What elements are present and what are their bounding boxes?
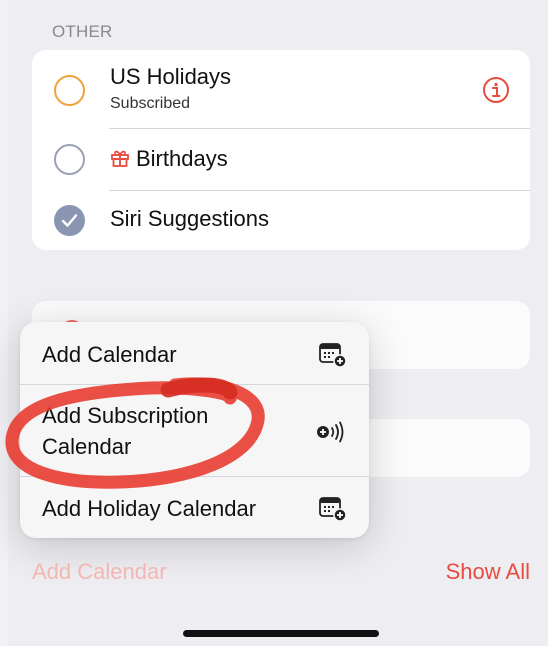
add-calendar-link[interactable]: Add Calendar (32, 559, 167, 585)
menu-item-label: Add Calendar (42, 342, 177, 367)
section-header-other: OTHER (52, 22, 113, 41)
subscription-broadcast-icon (317, 421, 344, 443)
menu-item-label: Add Holiday Calendar (42, 496, 257, 521)
calendar-subtitle: Subscribed (110, 95, 191, 112)
menu-item-add-subscription-calendar[interactable]: Add Subscription Calendar (20, 385, 369, 476)
menu-item-label-line1: Add Subscription (42, 403, 209, 428)
calendar-title: US Holidays (110, 64, 232, 89)
calendar-title: Birthdays (136, 146, 228, 171)
calendar-title: Siri Suggestions (110, 206, 269, 231)
menu-item-add-calendar[interactable]: Add Calendar (20, 322, 369, 384)
gift-icon (111, 150, 129, 167)
calendar-title-wrap: Birthdays (110, 146, 228, 172)
calendar-toggle-circle[interactable] (54, 75, 85, 106)
calendar-row-siri-suggestions[interactable]: Siri Suggestions (32, 191, 530, 250)
menu-item-add-holiday-calendar[interactable]: Add Holiday Calendar (20, 477, 369, 538)
calendar-add-icon (319, 497, 347, 522)
add-calendar-menu: Add Calendar Add Subscription Calendar A… (20, 322, 369, 538)
calendar-row-birthdays[interactable]: Birthdays (32, 129, 530, 191)
home-indicator (183, 630, 379, 637)
calendar-add-icon (319, 343, 347, 368)
calendar-toggle-circle-checked[interactable] (54, 205, 85, 236)
checkmark-icon (61, 214, 78, 227)
calendar-row-us-holidays[interactable]: US Holidays Subscribed (32, 50, 530, 129)
info-icon[interactable] (482, 76, 510, 104)
menu-item-label-line2: Calendar (42, 434, 132, 459)
other-calendars-group: US Holidays Subscribed Birthdays Siri Su… (32, 50, 530, 250)
calendar-toggle-circle[interactable] (54, 144, 85, 175)
show-all-button[interactable]: Show All (446, 559, 530, 585)
